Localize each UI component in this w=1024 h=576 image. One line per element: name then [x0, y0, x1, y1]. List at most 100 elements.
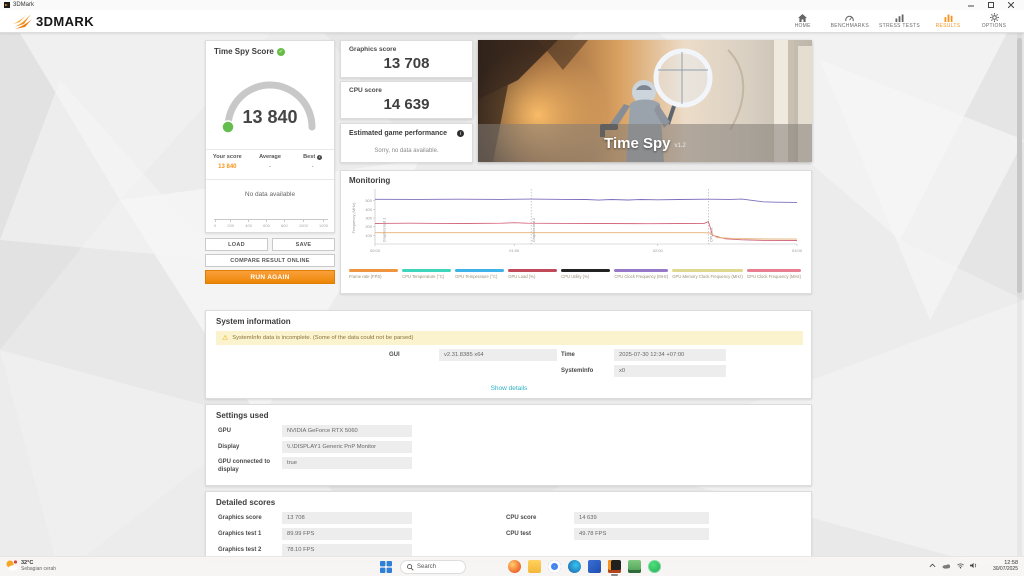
cpu-score-value: 14 639	[383, 96, 430, 113]
taskbar: 32°C Sebagian cerah Search 12:58 30/07/2…	[0, 556, 1024, 576]
svg-text:500: 500	[365, 198, 372, 203]
banner-title: Time Spy	[604, 134, 671, 152]
nav-home-label: HOME	[794, 22, 811, 29]
minimize-icon[interactable]	[966, 1, 976, 9]
graphics-score-label: Graphics score	[349, 46, 397, 53]
legend-item: GPU Memory Clock Frequency (MHz)	[672, 269, 747, 279]
weather-sun-cloud-icon	[6, 560, 18, 571]
svg-text:300: 300	[365, 216, 372, 221]
average-label: Average	[259, 154, 281, 160]
save-button[interactable]: SAVE	[272, 238, 335, 251]
legend-label: Frame rate (FPS)	[349, 274, 382, 279]
cpu-test-value: 49.78 FPS	[574, 528, 709, 540]
svg-text:Graphics test 1: Graphics test 1	[382, 218, 386, 242]
results-bars-icon	[944, 13, 952, 22]
taskbar-app-icons	[508, 560, 661, 576]
banner-version: v1.2	[674, 143, 686, 149]
histogram-empty-text: No data available	[244, 191, 296, 198]
windows-logo-icon	[380, 561, 392, 573]
nav-options-label: OPTIONS	[981, 23, 1007, 29]
run-again-button[interactable]: RUN AGAIN	[205, 270, 335, 284]
benchmarks-gauge-icon	[845, 15, 855, 21]
svg-text:Frequency (MHz): Frequency (MHz)	[351, 202, 356, 234]
display-setting-label: Display	[218, 444, 240, 450]
search-icon	[407, 563, 414, 571]
sysinfo-warning-text: SystemInfo data is incomplete. (Some of …	[232, 335, 414, 341]
estimated-performance-card: Estimated game performance i Sorry, no d…	[340, 123, 473, 163]
legend-item: CPU Utility (%)	[561, 269, 614, 279]
legend-item: GPU Clock Frequency (MHz)	[746, 269, 805, 279]
hist-tick-label: 400	[245, 223, 252, 228]
home-icon	[798, 13, 808, 22]
nav-benchmarks[interactable]: BENCHMARKS	[831, 14, 869, 29]
divider	[206, 149, 334, 150]
tray-chevron-up-icon[interactable]	[929, 563, 936, 568]
stress-tests-bars-icon	[895, 13, 904, 22]
3dmark-app-icon[interactable]	[608, 560, 621, 576]
scrollbar-thumb[interactable]	[1017, 38, 1022, 293]
speaker-icon[interactable]	[970, 562, 978, 569]
legend-color-bar	[614, 269, 669, 272]
browser-edge-icon[interactable]	[568, 560, 581, 573]
system-information-card: System information ⚠ SystemInfo data is …	[205, 310, 812, 399]
histogram-axis: 0 200 400 600 800 1000 1200	[214, 219, 328, 228]
start-button[interactable]	[380, 561, 392, 573]
clock-date: 30/07/2025	[992, 566, 1018, 572]
detailed-cpu-score-value: 14 639	[574, 512, 709, 524]
monitoring-legend: Frame rate (FPS) CPU Temperature (°C) GPU …	[349, 269, 805, 279]
detailed-scores-title: Detailed scores	[216, 498, 276, 507]
taskbar-search[interactable]: Search	[400, 560, 466, 574]
time-field-label: Time	[561, 352, 575, 358]
svg-text:200: 200	[365, 224, 372, 229]
legend-item: CPU Temperature (°C)	[402, 269, 455, 279]
window-titlebar: 3DMark	[0, 0, 1024, 10]
wifi-icon[interactable]	[957, 562, 964, 569]
legend-item: Frame rate (FPS)	[349, 269, 402, 279]
word-app-icon[interactable]	[588, 560, 601, 573]
compare-result-online-button[interactable]: COMPARE RESULT ONLINE	[205, 254, 335, 267]
score-gauge: 13 840	[221, 81, 316, 134]
graphics-score-value: 13 708	[383, 55, 430, 72]
nav-stress-tests[interactable]: STRESS TESTS	[879, 13, 920, 29]
valid-result-check-icon: ✓	[276, 47, 285, 56]
brand-logo: 3DMARK	[12, 12, 94, 30]
legend-color-bar	[402, 269, 452, 272]
time-spy-score-card: Time Spy Score ✓ 13 840 Your score 13 84…	[205, 40, 335, 233]
whatsapp-icon[interactable]	[648, 560, 661, 573]
onedrive-cloud-icon[interactable]	[942, 563, 951, 569]
legend-color-bar	[561, 269, 611, 272]
file-explorer-icon[interactable]	[528, 560, 541, 573]
best-value: -	[311, 164, 314, 170]
weather-widget[interactable]: 32°C Sebagian cerah	[5, 559, 56, 572]
best-label-text: Best	[303, 154, 316, 160]
nav-options[interactable]: OPTIONS	[976, 13, 1012, 29]
gpu-connected-label: GPU connected to display	[218, 459, 271, 473]
show-details-link[interactable]: Show details	[459, 385, 559, 392]
legend-label: GPU Clock Frequency (MHz)	[746, 274, 802, 279]
graphics-test-1-value: 89.99 FPS	[282, 528, 412, 540]
score-card-title: Time Spy Score	[214, 47, 274, 56]
display-setting-value: \\.\DISPLAY1 Generic PnP Monitor	[282, 441, 412, 453]
svg-text:00:00: 00:00	[370, 248, 381, 253]
svg-text:Graphics test 2: Graphics test 2	[532, 218, 536, 242]
maximize-icon[interactable]	[986, 1, 996, 9]
nav-results[interactable]: RESULTS	[930, 13, 966, 29]
detailed-graphics-score-value: 13 708	[282, 512, 412, 524]
gui-field-label: GUI	[389, 352, 400, 358]
estimated-info-icon[interactable]: i	[457, 130, 464, 137]
banner-caption: Time Spy v1.2	[478, 124, 812, 162]
nav-home[interactable]: HOME	[785, 13, 821, 29]
browser-chrome-icon[interactable]	[548, 560, 561, 573]
close-icon[interactable]	[1006, 1, 1016, 9]
display-settings-app-icon[interactable]	[628, 560, 641, 573]
search-placeholder: Search	[417, 564, 437, 570]
best-info-icon[interactable]: i	[317, 154, 323, 160]
time-spy-banner: Time Spy v1.2	[478, 40, 812, 162]
nav-results-label: RESULTS	[935, 22, 961, 29]
score-stats-row: Your score 13 840 Average - Best i -	[206, 154, 334, 170]
browser-firefox-icon[interactable]	[508, 560, 521, 573]
time-field-value: 2025-07-30 12:34 +07:00	[614, 349, 726, 361]
load-button[interactable]: LOAD	[205, 238, 268, 251]
app-icon	[4, 2, 10, 8]
taskbar-clock[interactable]: 12:58 30/07/2025	[993, 560, 1018, 572]
